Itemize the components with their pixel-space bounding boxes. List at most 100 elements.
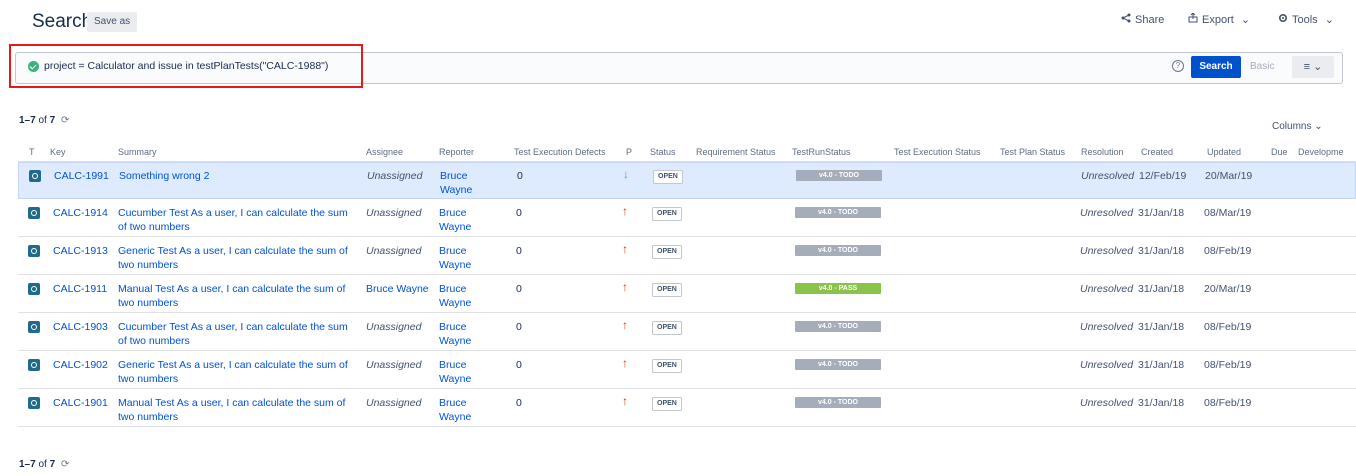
issue-reporter[interactable]: Bruce Wayne xyxy=(439,320,489,348)
issue-assignee: Unassigned xyxy=(367,170,423,182)
results-total: 7 xyxy=(49,459,56,470)
results-of: of xyxy=(38,459,47,470)
issue-resolution: Unresolved xyxy=(1081,170,1135,182)
share-button[interactable]: Share xyxy=(1121,13,1164,26)
chevron-down-icon: ⌄ xyxy=(1240,14,1251,26)
col-header-due[interactable]: Due xyxy=(1271,147,1288,157)
share-label: Share xyxy=(1135,14,1165,26)
status-badge: OPEN xyxy=(652,207,682,221)
col-header-reporter[interactable]: Reporter xyxy=(439,147,474,157)
issue-key[interactable]: CALC-1914 xyxy=(53,206,108,220)
col-header-priority[interactable]: P xyxy=(626,147,632,157)
results-count-bottom: 1–7 of 7 ⟳ xyxy=(19,459,69,470)
export-button[interactable]: Export ⌄ xyxy=(1188,12,1251,26)
issue-key[interactable]: CALC-1903 xyxy=(53,320,108,334)
results-range: 1–7 xyxy=(19,459,36,470)
col-header-key[interactable]: Key xyxy=(50,147,66,157)
save-as-button[interactable]: Save as xyxy=(87,12,138,32)
issue-assignee[interactable]: Bruce Wayne xyxy=(366,282,430,296)
test-issue-type-icon xyxy=(28,245,40,257)
col-header-testrunstatus[interactable]: TestRunStatus xyxy=(792,147,851,157)
col-header-test-execution-defects[interactable]: Test Execution Defects xyxy=(514,147,606,157)
help-icon[interactable]: ? xyxy=(1172,60,1184,72)
table-row[interactable]: CALC-1902 Generic Test As a user, I can … xyxy=(18,352,1356,389)
issue-summary[interactable]: Cucumber Test As a user, I can calculate… xyxy=(118,206,358,234)
col-header-resolution[interactable]: Resolution xyxy=(1081,147,1124,157)
table-row[interactable]: CALC-1901 Manual Test As a user, I can c… xyxy=(18,390,1356,427)
col-header-test-plan-status[interactable]: Test Plan Status xyxy=(1000,147,1065,157)
issue-updated: 08/Mar/19 xyxy=(1204,207,1252,219)
col-header-development[interactable]: Developme xyxy=(1298,147,1344,157)
priority-low-icon: ↓ xyxy=(623,167,629,181)
issue-reporter[interactable]: Bruce Wayne xyxy=(439,396,489,424)
table-row[interactable]: CALC-1911 Manual Test As a user, I can c… xyxy=(18,276,1356,313)
chevron-down-icon: ⌄ xyxy=(1324,14,1334,26)
issue-reporter[interactable]: Bruce Wayne xyxy=(439,358,489,386)
col-header-assignee[interactable]: Assignee xyxy=(366,147,403,157)
status-badge: OPEN xyxy=(653,170,683,184)
issue-resolution: Unresolved xyxy=(1080,359,1134,371)
refresh-icon[interactable]: ⟳ xyxy=(61,459,69,470)
table-row[interactable]: CALC-1914 Cucumber Test As a user, I can… xyxy=(18,200,1356,237)
issue-created: 31/Jan/18 xyxy=(1138,245,1185,257)
tools-button[interactable]: Tools ⌄ xyxy=(1278,13,1334,26)
issue-reporter[interactable]: Bruce Wayne xyxy=(439,244,489,272)
col-header-summary[interactable]: Summary xyxy=(118,147,157,157)
test-issue-type-icon xyxy=(28,207,40,219)
col-header-type[interactable]: T xyxy=(29,147,35,157)
gear-icon xyxy=(1278,13,1288,26)
issue-updated: 08/Feb/19 xyxy=(1204,321,1252,333)
issue-defects: 0 xyxy=(517,170,523,182)
col-header-status[interactable]: Status xyxy=(650,147,676,157)
issue-defects: 0 xyxy=(516,245,522,257)
columns-button[interactable]: Columns ⌄ xyxy=(1272,121,1323,132)
col-header-created[interactable]: Created xyxy=(1141,147,1173,157)
issue-key[interactable]: CALC-1902 xyxy=(53,358,108,372)
issue-reporter[interactable]: Bruce Wayne xyxy=(439,282,489,310)
status-badge: OPEN xyxy=(652,397,682,411)
issue-created: 31/Jan/18 xyxy=(1138,207,1185,219)
col-header-requirement-status[interactable]: Requirement Status xyxy=(696,147,776,157)
issue-reporter[interactable]: Bruce Wayne xyxy=(440,169,490,197)
results-range: 1–7 xyxy=(19,115,36,126)
table-row[interactable]: CALC-1913 Generic Test As a user, I can … xyxy=(18,238,1356,275)
issue-summary[interactable]: Manual Test As a user, I can calculate t… xyxy=(118,282,358,310)
col-header-updated[interactable]: Updated xyxy=(1207,147,1241,157)
issue-defects: 0 xyxy=(516,321,522,333)
col-header-test-execution-status[interactable]: Test Execution Status xyxy=(894,147,981,157)
issue-key[interactable]: CALC-1991 xyxy=(54,169,109,183)
issue-key[interactable]: CALC-1911 xyxy=(53,282,107,296)
issue-created: 31/Jan/18 xyxy=(1138,283,1185,295)
search-button[interactable]: Search xyxy=(1191,56,1241,78)
table-row[interactable]: CALC-1991 Something wrong 2 Unassigned B… xyxy=(18,162,1356,199)
issue-key[interactable]: CALC-1913 xyxy=(53,244,108,258)
refresh-icon[interactable]: ⟳ xyxy=(61,115,69,126)
issue-summary[interactable]: Generic Test As a user, I can calculate … xyxy=(118,358,358,386)
view-menu-button[interactable]: ≡ ⌄ xyxy=(1292,56,1334,78)
export-label: Export xyxy=(1202,14,1234,26)
basic-mode-link[interactable]: Basic xyxy=(1250,61,1274,72)
issue-reporter[interactable]: Bruce Wayne xyxy=(439,206,489,234)
test-issue-type-icon xyxy=(28,397,40,409)
testrun-status-badge: v4.0 - PASS xyxy=(795,283,881,294)
test-issue-type-icon xyxy=(28,283,40,295)
priority-high-icon: ↑ xyxy=(622,280,628,294)
status-badge: OPEN xyxy=(652,359,682,373)
issue-summary[interactable]: Generic Test As a user, I can calculate … xyxy=(118,244,358,272)
status-badge: OPEN xyxy=(652,283,682,297)
issue-summary[interactable]: Something wrong 2 xyxy=(119,169,359,183)
issue-resolution: Unresolved xyxy=(1080,397,1134,409)
issue-assignee: Unassigned xyxy=(366,321,422,333)
export-icon xyxy=(1188,12,1198,26)
test-issue-type-icon xyxy=(29,170,41,182)
issue-key[interactable]: CALC-1901 xyxy=(53,396,108,410)
query-text[interactable]: project = Calculator and issue in testPl… xyxy=(44,60,328,72)
issue-resolution: Unresolved xyxy=(1080,283,1134,295)
issue-summary[interactable]: Cucumber Test As a user, I can calculate… xyxy=(118,320,358,348)
issue-assignee: Unassigned xyxy=(366,359,422,371)
table-row[interactable]: CALC-1903 Cucumber Test As a user, I can… xyxy=(18,314,1356,351)
issue-summary[interactable]: Manual Test As a user, I can calculate t… xyxy=(118,396,358,424)
testrun-status-badge: v4.0 - TODO xyxy=(795,321,881,332)
issue-assignee: Unassigned xyxy=(366,397,422,409)
top-bar: Search Save as Share Export ⌄ Tools ⌄ xyxy=(0,0,1356,40)
